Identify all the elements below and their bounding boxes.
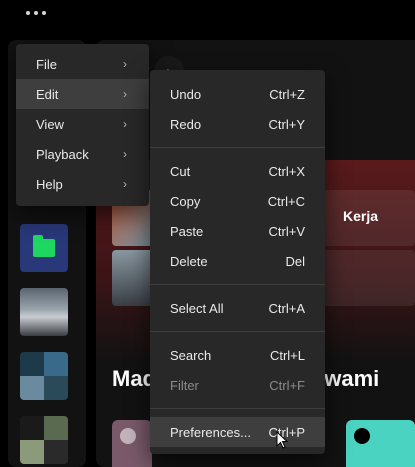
menu-item-shortcut: Ctrl+L [269,347,305,363]
menu-item-label: Undo [170,86,202,102]
menu-item-file[interactable]: File › [16,49,149,79]
menu-item-redo[interactable]: Redo Ctrl+Y [150,109,325,139]
mouse-cursor-icon [276,431,288,449]
menu-item-paste[interactable]: Paste Ctrl+V [150,216,325,246]
menu-item-label: Delete [170,253,208,269]
menu-item-label: Paste [170,223,204,239]
menu-item-undo[interactable]: Undo Ctrl+Z [150,79,325,109]
menu-item-shortcut: Ctrl+C [267,193,305,209]
app-window: › Kerja Madawami File › Edit › View › Pl… [0,0,415,467]
library-playlist-art[interactable] [20,352,68,400]
menu-item-label: File [36,56,57,72]
menu-item-shortcut: Del [285,253,305,269]
menu-item-view[interactable]: View › [16,109,149,139]
playlist-card[interactable] [346,420,415,467]
menu-item-label: Preferences... [170,424,251,440]
playlist-card[interactable] [112,420,152,467]
menu-item-shortcut: Ctrl+V [268,223,305,239]
menu-item-label: Help [36,176,63,192]
chevron-right-icon: › [123,177,127,191]
library-playlist-art[interactable] [20,416,68,464]
menu-item-select-all[interactable]: Select All Ctrl+A [150,293,325,323]
menu-item-shortcut: Ctrl+X [268,163,305,179]
menu-item-cut[interactable]: Cut Ctrl+X [150,156,325,186]
menu-item-label: Cut [170,163,191,179]
menu-item-search[interactable]: Search Ctrl+L [150,340,325,370]
menu-item-label: Redo [170,116,202,132]
menu-divider [150,147,325,148]
chevron-right-icon: › [123,117,127,131]
tile-title: Kerja [343,208,379,224]
menu-item-shortcut: Ctrl+F [269,377,305,393]
menu-item-preferences[interactable]: Preferences... Ctrl+P [150,417,325,447]
chevron-right-icon: › [123,87,127,101]
menu-item-label: Playback [36,146,89,162]
menu-item-shortcut: Ctrl+Z [269,86,305,102]
menu-item-label: View [36,116,64,132]
menu-item-label: Search [170,347,212,363]
library-folder-item[interactable] [20,224,68,272]
menu-item-label: Copy [170,193,201,209]
chevron-right-icon: › [123,57,127,71]
menu-item-shortcut: Ctrl+Y [268,116,305,132]
menu-item-help[interactable]: Help › [16,169,149,199]
edit-submenu: Undo Ctrl+Z Redo Ctrl+Y Cut Ctrl+X Copy … [150,70,325,454]
library-playlist-art[interactable] [20,288,68,336]
more-options-icon[interactable] [26,11,46,15]
chevron-right-icon: › [123,147,127,161]
menu-divider [150,331,325,332]
spotify-logo-icon [354,428,370,444]
menu-item-label: Select All [170,300,224,316]
menu-item-label: Edit [36,86,59,102]
menu-item-delete[interactable]: Delete Del [150,246,325,276]
menu-item-filter[interactable]: Filter Ctrl+F [150,370,325,400]
app-menu: File › Edit › View › Playback › Help › [16,44,149,206]
menu-item-playback[interactable]: Playback › [16,139,149,169]
menu-item-edit[interactable]: Edit › [16,79,149,109]
menu-item-label: Filter [170,377,199,393]
folder-icon [33,235,55,257]
menu-divider [150,284,325,285]
menu-item-copy[interactable]: Copy Ctrl+C [150,186,325,216]
menu-item-shortcut: Ctrl+A [268,300,305,316]
menu-divider [150,408,325,409]
spotify-logo-icon [120,428,136,444]
